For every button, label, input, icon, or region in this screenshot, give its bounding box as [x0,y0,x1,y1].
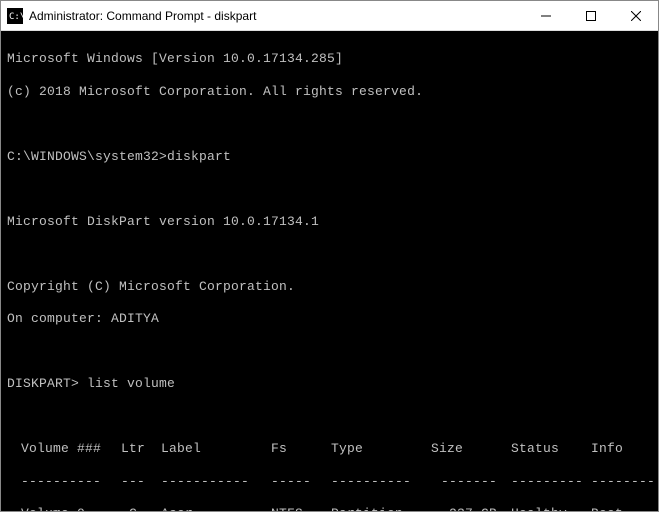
terminal-output[interactable]: Microsoft Windows [Version 10.0.17134.28… [1,31,658,511]
cmd-icon: C:\ [7,8,23,24]
window-controls [523,1,658,30]
prompt-line: C:\WINDOWS\system32>diskpart [7,149,652,165]
table-header-row: Volume ###LtrLabelFsTypeSizeStatusInfo [7,441,652,457]
diskpart-copyright: Copyright (C) Microsoft Corporation. [7,279,652,295]
window-title: Administrator: Command Prompt - diskpart [29,9,523,23]
maximize-button[interactable] [568,1,613,30]
os-version-line: Microsoft Windows [Version 10.0.17134.28… [7,51,652,67]
table-row: Volume 0 CAcerNTFSPartition237 GBHealthy… [7,506,652,511]
minimize-button[interactable] [523,1,568,30]
close-button[interactable] [613,1,658,30]
svg-text:C:\: C:\ [9,12,23,22]
diskpart-version: Microsoft DiskPart version 10.0.17134.1 [7,214,652,230]
copyright-line: (c) 2018 Microsoft Corporation. All righ… [7,84,652,100]
diskpart-computer: On computer: ADITYA [7,311,652,327]
titlebar: C:\ Administrator: Command Prompt - disk… [1,1,658,31]
table-divider-row: ----------------------------------------… [7,474,652,490]
prompt-line: DISKPART> list volume [7,376,652,392]
